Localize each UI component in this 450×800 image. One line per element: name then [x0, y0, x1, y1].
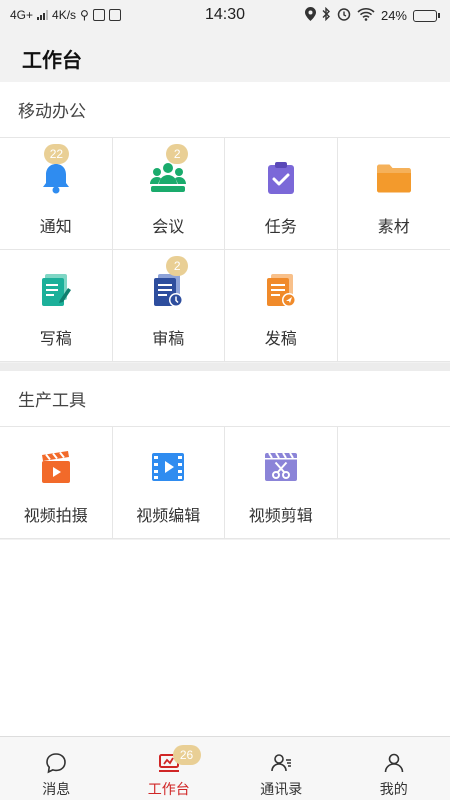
grid-item-video-cut[interactable]: 视频剪辑 [225, 427, 338, 539]
status-bar: 4G+ 4K/s ⚲ 14:30 24% [0, 0, 450, 32]
grid-item-meeting[interactable]: 2 会议 [112, 138, 225, 250]
task-clipboard-icon [267, 162, 294, 194]
nav-label: 工作台 [147, 781, 190, 797]
section-title-production-tools: 生产工具 [0, 371, 450, 427]
grid-item-label: 发稿 [264, 331, 297, 348]
wifi-icon [357, 7, 375, 24]
grid-item-notice[interactable]: 22 通知 [0, 138, 113, 250]
grid-item-video-shoot[interactable]: 视频拍摄 [0, 427, 113, 539]
grid-empty-cell [337, 427, 450, 539]
app-header: 工作台 [0, 32, 450, 82]
page-title: 工作台 [22, 50, 82, 72]
battery-percent: 24% [380, 8, 407, 23]
grid-item-write[interactable]: 写稿 [0, 250, 113, 362]
production-tools-grid: 视频拍摄 视频编辑 视频剪辑 [0, 427, 450, 539]
grid-item-label: 视频编辑 [136, 508, 201, 525]
video-edit-icon [152, 453, 185, 481]
grid-item-task[interactable]: 任务 [225, 138, 338, 250]
bell-icon [42, 164, 69, 194]
grid-item-label: 视频剪辑 [248, 508, 313, 525]
section-divider [0, 363, 450, 371]
battery-icon [413, 9, 440, 22]
grid-item-label: 审稿 [152, 331, 185, 348]
status-right: 24% [304, 6, 440, 24]
grid-item-label: 视频拍摄 [23, 508, 88, 525]
chat-bubble-icon [44, 751, 68, 775]
alarm-icon [337, 7, 351, 24]
grid-item-label: 会议 [152, 219, 185, 236]
profile-icon [382, 751, 406, 775]
bottom-nav: 消息 工作台 26 通讯录 我的 [0, 736, 450, 800]
grid-item-label: 通知 [39, 219, 72, 236]
contacts-icon [269, 751, 293, 775]
grid-item-label: 写稿 [39, 331, 72, 348]
nav-label: 通讯录 [260, 781, 303, 797]
video-cut-icon [264, 452, 297, 481]
review-doc-icon [154, 274, 184, 307]
notice-badge: 22 [43, 144, 70, 164]
nav-label: 我的 [379, 781, 408, 797]
content-blank-area [0, 540, 450, 736]
video-shoot-icon [41, 451, 70, 483]
bluetooth-icon [322, 6, 331, 24]
grid-item-label: 任务 [264, 219, 297, 236]
meeting-badge: 2 [166, 144, 189, 164]
nav-item-workbench[interactable]: 工作台 26 [113, 737, 226, 800]
grid-item-publish[interactable]: 发稿 [225, 250, 338, 362]
nav-item-contacts[interactable]: 通讯录 [225, 737, 338, 800]
workbench-badge: 26 [172, 745, 201, 765]
grid-item-material[interactable]: 素材 [337, 138, 450, 250]
mobile-office-grid: 22 通知 2 会议 任务 素材 写稿 2 审稿 发稿 [0, 138, 450, 362]
review-badge: 2 [166, 256, 189, 276]
send-doc-icon [266, 274, 296, 307]
grid-empty-cell [337, 250, 450, 362]
grid-item-video-edit[interactable]: 视频编辑 [112, 427, 225, 539]
grid-item-review[interactable]: 2 审稿 [112, 250, 225, 362]
nav-item-messages[interactable]: 消息 [0, 737, 113, 800]
nav-item-profile[interactable]: 我的 [338, 737, 450, 800]
meeting-group-icon [150, 163, 187, 192]
nav-label: 消息 [42, 781, 71, 797]
grid-item-label: 素材 [377, 219, 410, 236]
production-tools-section: 生产工具 视频拍摄 视频编辑 视频剪辑 [0, 371, 450, 539]
folder-icon [376, 164, 411, 193]
write-doc-icon [41, 274, 71, 306]
section-title-mobile-office: 移动办公 [0, 82, 450, 138]
location-icon [304, 7, 316, 24]
mobile-office-section: 移动办公 22 通知 2 会议 任务 素材 写稿 2 审稿 发稿 [0, 82, 450, 362]
